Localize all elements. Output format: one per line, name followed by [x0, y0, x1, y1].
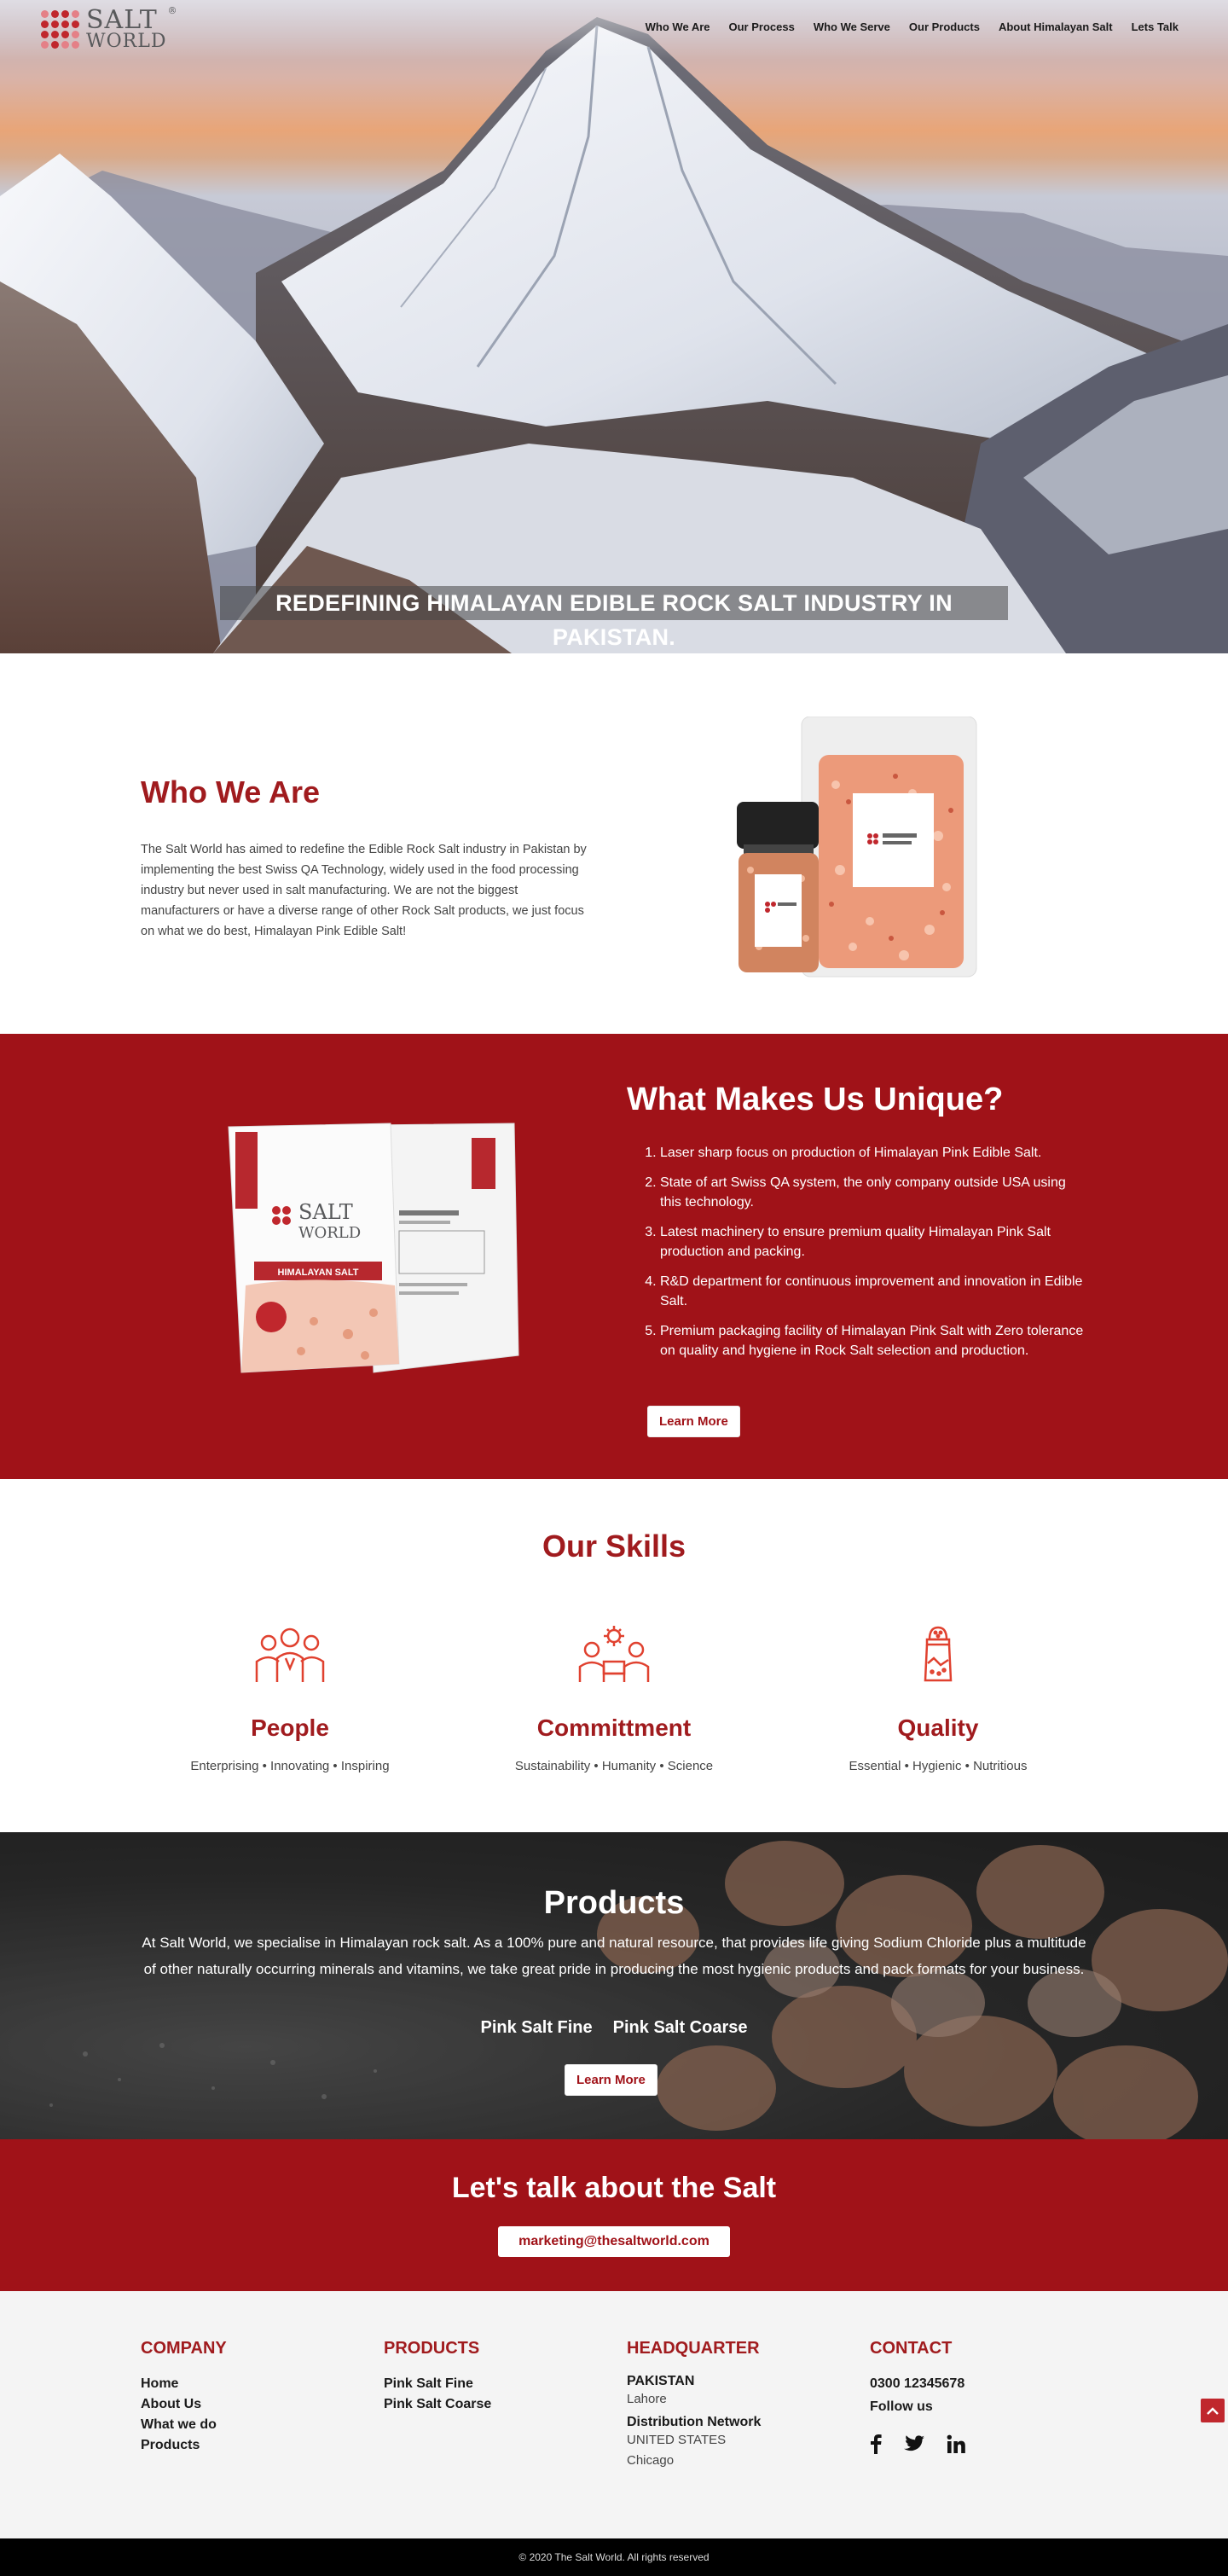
product-link-pink-salt-fine[interactable]: Pink Salt Fine: [481, 2018, 593, 2038]
unique-list: Laser sharp focus on production of Himal…: [660, 1143, 1086, 1371]
nav-our-process[interactable]: Our Process: [729, 20, 795, 33]
distribution-city: Chicago: [627, 2453, 675, 2468]
facebook-icon[interactable]: [870, 2434, 882, 2454]
skill-commitment: Committment Sustainability • Humanity • …: [443, 1621, 785, 1773]
mountain-illustration: [0, 17, 1228, 653]
footer-products-column: PRODUCTS Pink Salt Fine Pink Salt Coarse: [384, 2339, 605, 2415]
products-title: Products: [543, 1885, 685, 1921]
salt-packaging-image: SALT WORLD HIMALAYAN SALT: [228, 1123, 519, 1373]
unique-item: Latest machinery to ensure premium quali…: [660, 1222, 1086, 1262]
hq-country: PAKISTAN: [627, 2374, 695, 2388]
copyright-bar: © 2020 The Salt World. All rights reserv…: [0, 2538, 1228, 2576]
top-navigation: SALT WORLD ® Who We Are Our Process Who …: [0, 0, 1228, 60]
salt-shaker-icon: [924, 1626, 953, 1682]
email-button[interactable]: marketing@thesaltworld.com: [498, 2226, 730, 2257]
logo-wordmark: SALT WORLD ®: [86, 5, 177, 52]
unique-item: State of art Swiss QA system, the only c…: [660, 1173, 1086, 1212]
distribution-title: Distribution Network: [627, 2415, 762, 2429]
skill-people: People Enterprising • Innovating • Inspi…: [119, 1621, 460, 1773]
footer-link-pink-salt-fine[interactable]: Pink Salt Fine: [384, 2374, 605, 2394]
footer-contact-column: CONTACT 0300 12345678 Follow us: [870, 2339, 1092, 2454]
svg-text:WORLD: WORLD: [298, 1224, 361, 1242]
people-icon: [255, 1627, 325, 1682]
footer-link-about-us[interactable]: About Us: [141, 2394, 362, 2415]
skill-quality-title: Quality: [897, 1714, 979, 1741]
footer-headquarter-title: HEADQUARTER: [627, 2339, 760, 2358]
twitter-icon[interactable]: [904, 2435, 924, 2452]
gear-team-icon: [578, 1626, 650, 1682]
who-we-are-title: Who We Are: [141, 775, 321, 809]
salt-world-logo[interactable]: SALT WORLD ®: [41, 5, 177, 52]
unique-item: Laser sharp focus on production of Himal…: [660, 1143, 1086, 1163]
contact-phone[interactable]: 0300 12345678: [870, 2374, 1092, 2394]
distribution-country: UNITED STATES: [627, 2433, 727, 2447]
who-we-are-body: The Salt World has aimed to redefine the…: [141, 843, 587, 938]
products-learn-more-button[interactable]: Learn More: [565, 2064, 657, 2096]
hero-banner: SALT WORLD ® Who We Are Our Process Who …: [0, 0, 1228, 653]
skills-section: Our Skills People Enterprising • Innovat…: [0, 1479, 1228, 1832]
unique-title: What Makes Us Unique?: [627, 1082, 1004, 1117]
footer: COMPANY Home About Us What we do Product…: [0, 2291, 1228, 2538]
social-links: [870, 2434, 1092, 2454]
footer-link-what-we-do[interactable]: What we do: [141, 2415, 362, 2435]
product-links: Pink Salt Fine Pink Salt Coarse: [0, 2018, 1228, 2038]
linkedin-icon[interactable]: [947, 2434, 965, 2453]
product-link-pink-salt-coarse[interactable]: Pink Salt Coarse: [613, 2018, 748, 2038]
nav-who-we-are[interactable]: Who We Are: [646, 20, 710, 33]
talk-title: Let's talk about the Salt: [451, 2172, 777, 2204]
scroll-to-top-button[interactable]: [1201, 2399, 1225, 2422]
contact-cta-section: Let's talk about the Salt marketing@thes…: [0, 2139, 1228, 2291]
skill-commitment-title: Committment: [536, 1714, 692, 1741]
unique-learn-more-button[interactable]: Learn More: [647, 1406, 740, 1437]
products-section: Products At Salt World, we specialise in…: [0, 1832, 1228, 2139]
skill-people-title: People: [251, 1714, 329, 1741]
logo-dots-icon: [41, 10, 79, 49]
footer-headquarter-column: HEADQUARTER PAKISTAN Lahore Distribution…: [627, 2339, 849, 2471]
footer-company-title: COMPANY: [141, 2339, 227, 2358]
skill-commitment-tagline: Sustainability • Humanity • Science: [514, 1759, 714, 1773]
footer-products-title: PRODUCTS: [384, 2339, 480, 2358]
footer-link-home[interactable]: Home: [141, 2374, 362, 2394]
products-body: At Salt World, we specialise in Himalaya…: [142, 1935, 1086, 1977]
salt-grinder-and-pouch-image: [737, 717, 977, 978]
nav-who-we-serve[interactable]: Who We Serve: [814, 20, 890, 33]
unique-item: Premium packaging facility of Himalayan …: [660, 1321, 1086, 1361]
skill-quality-tagline: Essential • Hygienic • Nutritious: [849, 1759, 1028, 1773]
footer-contact-title: CONTACT: [870, 2339, 953, 2358]
skill-people-tagline: Enterprising • Innovating • Inspiring: [190, 1759, 390, 1773]
footer-link-products[interactable]: Products: [141, 2435, 362, 2456]
skills-title: Our Skills: [542, 1529, 686, 1564]
nav-lets-talk[interactable]: Lets Talk: [1132, 20, 1179, 33]
footer-company-column: COMPANY Home About Us What we do Product…: [141, 2339, 362, 2456]
follow-us-label: Follow us: [870, 2399, 933, 2414]
nav-menu: Who We Are Our Process Who We Serve Our …: [646, 20, 1179, 33]
chevron-up-icon: [1207, 2407, 1219, 2415]
unique-item: R&D department for continuous improvemen…: [660, 1272, 1086, 1311]
unique-section: SALT WORLD HIMALAYAN SALT What Makes Us …: [0, 1034, 1228, 1479]
skill-quality: Quality Essential • Hygienic • Nutritiou…: [768, 1621, 1109, 1773]
hero-caption: REDEFINING HIMALAYAN EDIBLE ROCK SALT IN…: [220, 586, 1008, 650]
svg-text:HIMALAYAN SALT: HIMALAYAN SALT: [278, 1268, 359, 1278]
who-we-are-section: Who We Are The Salt World has aimed to r…: [0, 653, 1228, 1034]
hq-city: Lahore: [627, 2392, 667, 2406]
svg-text:SALT: SALT: [298, 1200, 353, 1224]
nav-our-products[interactable]: Our Products: [909, 20, 980, 33]
nav-about-himalayan-salt[interactable]: About Himalayan Salt: [999, 20, 1113, 33]
footer-link-pink-salt-coarse[interactable]: Pink Salt Coarse: [384, 2394, 605, 2415]
